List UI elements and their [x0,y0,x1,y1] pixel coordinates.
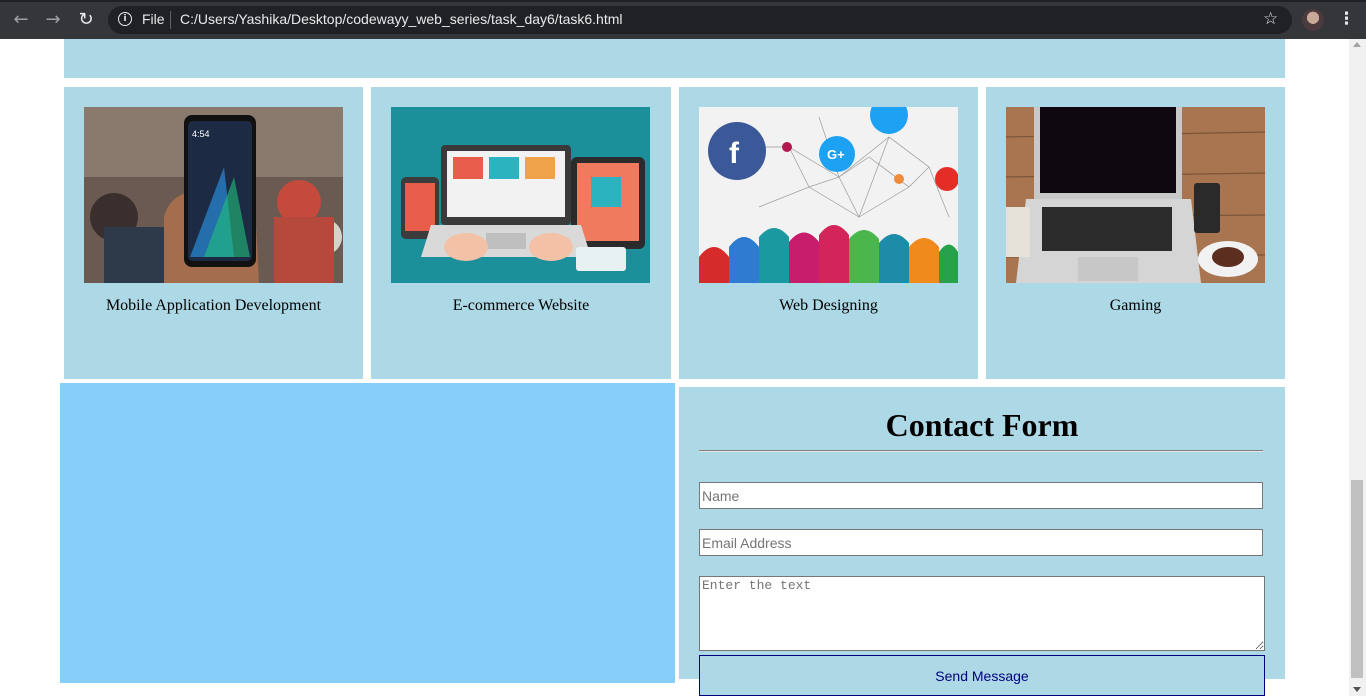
profile-avatar[interactable] [1302,9,1324,31]
contact-form-panel: Contact Form [679,387,1285,679]
laptop-ecommerce-image [391,107,650,283]
file-label: File [142,11,165,27]
service-card-gaming: Gaming [986,87,1285,379]
scroll-up-arrow-icon[interactable] [1353,42,1361,47]
name-field[interactable] [699,482,1263,509]
info-icon[interactable]: i [118,12,132,26]
back-icon[interactable]: ← [10,9,32,31]
service-card-webdesign: f G+ Web Designing [679,87,978,379]
menu-icon[interactable]: ⋮ [1338,9,1355,29]
svg-text:G+: G+ [827,147,845,162]
contact-form-title: Contact Form [885,407,1079,443]
social-network-image: f G+ [699,107,958,283]
email-field[interactable] [699,529,1263,556]
message-field[interactable] [699,576,1265,651]
service-card-mobile: 4:54 Mobile Application Development [64,87,363,379]
url-text[interactable]: C:/Users/Yashika/Desktop/codewayy_web_se… [180,11,623,27]
reload-icon[interactable]: ↻ [75,9,97,31]
forward-icon[interactable]: → [42,9,64,31]
service-title: Mobile Application Development [105,297,322,314]
scrollbar-thumb[interactable] [1351,480,1363,678]
send-message-button[interactable]: Send Message [699,655,1265,696]
scroll-down-arrow-icon[interactable] [1353,687,1361,692]
service-title: Web Designing [779,297,878,314]
address-divider [170,11,171,29]
svg-text:f: f [729,137,740,170]
title-divider [699,450,1263,452]
smartphone-image: 4:54 [84,107,343,283]
service-card-ecommerce: E-commerce Website [371,87,671,379]
laptop-desk-image [1006,107,1265,283]
top-section-band [64,39,1285,78]
service-title: E-commerce Website [452,297,590,314]
service-title: Gaming [1109,297,1162,314]
tab-strip-edge [0,0,1366,2]
star-icon[interactable]: ☆ [1263,9,1278,29]
map-placeholder-box [60,383,675,683]
svg-text:4:54: 4:54 [192,129,210,139]
